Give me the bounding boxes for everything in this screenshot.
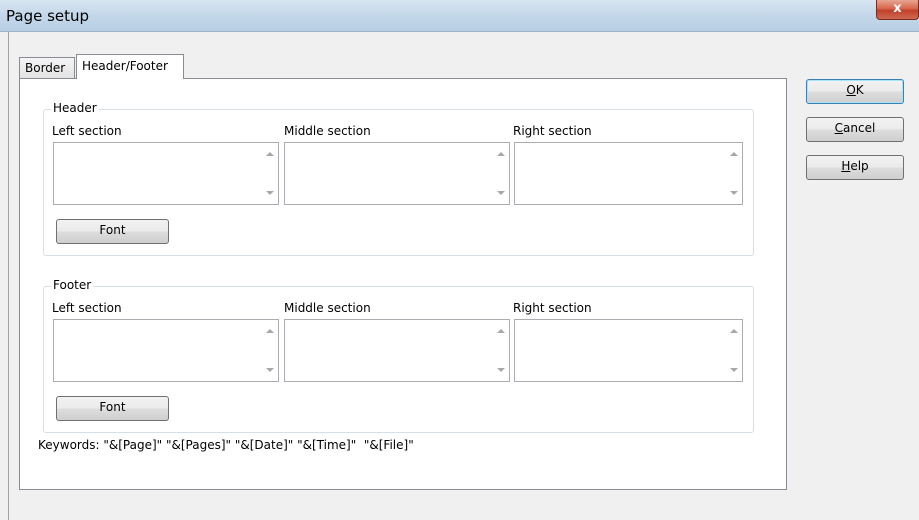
close-icon: x	[893, 1, 902, 16]
scroll-up-icon[interactable]	[497, 329, 505, 333]
tab-border-label: Border	[25, 61, 66, 75]
tab-header-footer[interactable]: Header/Footer	[76, 54, 184, 79]
header-middle-section-label: Middle section	[284, 124, 371, 138]
ok-mnemonic: O	[846, 83, 856, 97]
footer-group-label: Footer	[51, 278, 94, 292]
help-label-rest: elp	[850, 159, 869, 173]
window-title: Page setup	[6, 7, 90, 25]
scroll-down-icon[interactable]	[497, 368, 505, 372]
footer-font-button-label: Font	[99, 400, 126, 414]
cancel-button[interactable]: Cancel	[806, 117, 904, 142]
header-middle-section-input[interactable]	[284, 142, 510, 205]
scroll-down-icon[interactable]	[730, 191, 738, 195]
footer-left-section-input[interactable]	[53, 319, 279, 382]
header-left-section-label: Left section	[52, 124, 122, 138]
footer-left-section-label: Left section	[52, 301, 122, 315]
footer-font-button[interactable]: Font	[56, 396, 169, 421]
footer-middle-section-label: Middle section	[284, 301, 371, 315]
header-right-scrollbar[interactable]	[725, 143, 742, 204]
help-mnemonic: H	[841, 159, 851, 173]
scroll-down-icon[interactable]	[266, 191, 274, 195]
tab-border[interactable]: Border	[19, 57, 75, 79]
header-middle-scrollbar[interactable]	[492, 143, 509, 204]
header-group-label: Header	[51, 101, 99, 115]
scroll-up-icon[interactable]	[266, 152, 274, 156]
scroll-down-icon[interactable]	[497, 191, 505, 195]
footer-right-section-label: Right section	[513, 301, 592, 315]
scroll-up-icon[interactable]	[730, 329, 738, 333]
tab-panel-header-footer: Header Left section Middle section Right…	[19, 78, 787, 490]
close-button[interactable]: x	[876, 0, 919, 20]
footer-left-scrollbar[interactable]	[261, 320, 278, 381]
header-left-scrollbar[interactable]	[261, 143, 278, 204]
header-left-section-input[interactable]	[53, 142, 279, 205]
ok-button[interactable]: OK	[806, 79, 904, 104]
scroll-up-icon[interactable]	[730, 152, 738, 156]
header-font-button-label: Font	[99, 223, 126, 237]
scroll-up-icon[interactable]	[497, 152, 505, 156]
scroll-down-icon[interactable]	[730, 368, 738, 372]
scroll-down-icon[interactable]	[266, 368, 274, 372]
header-right-section-input[interactable]	[514, 142, 743, 205]
header-font-button[interactable]: Font	[56, 219, 169, 244]
ok-label-rest: K	[855, 83, 864, 97]
header-right-section-label: Right section	[513, 124, 592, 138]
footer-middle-scrollbar[interactable]	[492, 320, 509, 381]
footer-right-scrollbar[interactable]	[725, 320, 742, 381]
help-button[interactable]: Help	[806, 155, 904, 180]
scroll-up-icon[interactable]	[266, 329, 274, 333]
title-bar: Page setup x	[0, 0, 919, 32]
cancel-label-rest: ancel	[843, 121, 876, 135]
footer-middle-section-input[interactable]	[284, 319, 510, 382]
window-left-border	[8, 32, 9, 520]
tab-header-footer-label: Header/Footer	[82, 59, 168, 73]
footer-right-section-input[interactable]	[514, 319, 743, 382]
cancel-mnemonic: C	[834, 121, 844, 135]
keywords-hint: Keywords: "&[Page]" "&[Pages]" "&[Date]"…	[38, 438, 414, 452]
